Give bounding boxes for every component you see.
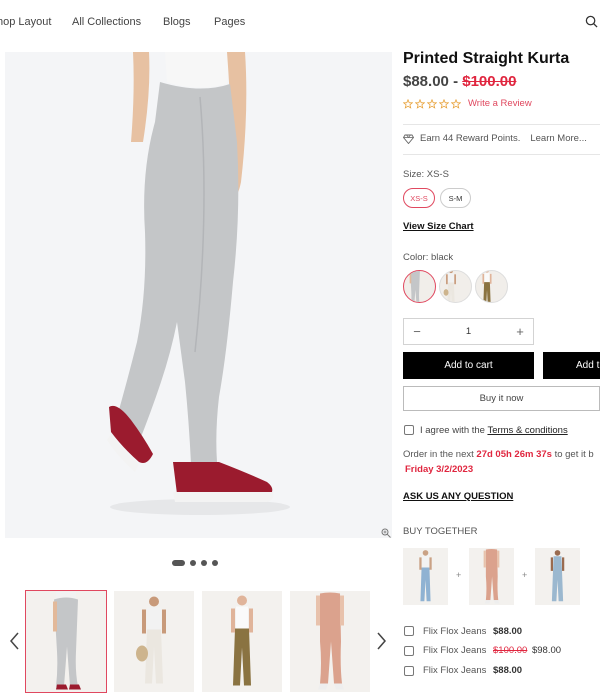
- buy-together-item-1: Flix Flox Jeans $88.00: [423, 626, 522, 637]
- buy-together-checkbox-3[interactable]: [404, 666, 414, 676]
- plus-icon: +: [522, 570, 528, 580]
- quantity-input[interactable]: 1: [430, 326, 507, 337]
- product-title: Printed Straight Kurta: [403, 50, 570, 67]
- nav-item-pages[interactable]: Pages: [214, 16, 245, 28]
- order-suffix: to get it b: [554, 449, 594, 460]
- terms-conditions-link[interactable]: Terms & conditions: [487, 425, 567, 436]
- thumbnail-3[interactable]: [202, 591, 282, 692]
- write-review-link[interactable]: Write a Review: [468, 98, 532, 109]
- view-size-chart-link[interactable]: View Size Chart: [403, 221, 474, 232]
- buy-together-item-name: Flix Flox Jeans: [423, 665, 487, 676]
- search-icon[interactable]: [585, 15, 598, 28]
- price-row: $88.00 - $100.00: [403, 73, 516, 90]
- buy-together-image-1[interactable]: [403, 548, 448, 605]
- rating-row: Write a Review: [403, 98, 532, 109]
- add-to-wishlist-button[interactable]: Add t: [543, 352, 600, 379]
- slide-indicator: [172, 560, 218, 566]
- buy-together-item-name: Flix Flox Jeans: [423, 645, 487, 656]
- buy-together-photo-overall: [535, 548, 580, 605]
- buy-it-now-button[interactable]: Buy it now: [403, 386, 600, 411]
- buy-together-item-price: $88.00: [493, 626, 523, 637]
- diamond-icon: [403, 134, 414, 144]
- thumbnail-photo-white: [114, 591, 194, 692]
- increase-quantity-button[interactable]: +: [507, 324, 533, 339]
- top-navigation: hop Layout All Collections Blogs Pages: [0, 0, 600, 44]
- order-countdown-row: Order in the next 27d 05h 26m 37s to get…: [403, 449, 594, 460]
- current-price: $88.00: [403, 73, 449, 90]
- size-option-s-m[interactable]: S-M: [440, 188, 471, 208]
- reward-points-row: Earn 44 Reward Points. Learn More...: [403, 133, 587, 144]
- quantity-stepper: − 1 +: [403, 318, 534, 345]
- price-separator: -: [453, 73, 459, 90]
- order-prefix: Order in the next: [403, 449, 474, 460]
- main-product-image[interactable]: [5, 52, 392, 538]
- zoom-icon[interactable]: [381, 528, 391, 538]
- agree-terms-checkbox[interactable]: [404, 425, 414, 435]
- chevron-left-icon[interactable]: [8, 630, 22, 652]
- swatch-photo-gray: [404, 271, 436, 303]
- delivery-date: Friday 3/2/2023: [405, 464, 474, 475]
- thumbnail-4[interactable]: [290, 591, 370, 692]
- learn-more-link[interactable]: Learn More...: [530, 133, 587, 144]
- star-outline-icon: [439, 98, 449, 109]
- size-option-xs-s[interactable]: XS-S: [403, 188, 435, 208]
- slide-dot-2[interactable]: [190, 560, 196, 566]
- divider: [403, 154, 600, 155]
- countdown-timer: 27d 05h 26m 37s: [476, 449, 552, 460]
- thumbnail-1[interactable]: [25, 590, 107, 693]
- thumbnail-2[interactable]: [114, 591, 194, 692]
- star-outline-icon: [451, 98, 461, 109]
- star-outline-icon: [415, 98, 425, 109]
- buy-together-photo-jeans: [403, 548, 448, 605]
- buy-together-item-name: Flix Flox Jeans: [423, 626, 487, 637]
- thumbnail-photo-pink: [290, 591, 370, 692]
- buy-together-checkbox-2[interactable]: [404, 646, 414, 656]
- swatch-photo-olive: [476, 271, 508, 303]
- color-swatch-olive[interactable]: [475, 270, 508, 303]
- thumbnail-photo-olive: [202, 591, 282, 692]
- nav-item-shop-layout[interactable]: hop Layout: [0, 16, 51, 28]
- nav-item-blogs[interactable]: Blogs: [163, 16, 191, 28]
- buy-together-image-2[interactable]: [469, 548, 514, 605]
- ask-question-link[interactable]: ASK US ANY QUESTION: [403, 491, 513, 502]
- buy-together-checkbox-1[interactable]: [404, 626, 414, 636]
- star-outline-icon: [427, 98, 437, 109]
- plus-icon: +: [456, 570, 462, 580]
- buy-together-photo-pink: [469, 548, 514, 605]
- buy-together-image-3[interactable]: [535, 548, 580, 605]
- add-to-cart-button[interactable]: Add to cart: [403, 352, 534, 379]
- slide-dot-4[interactable]: [212, 560, 218, 566]
- color-swatch-white[interactable]: [439, 270, 472, 303]
- color-swatch-gray[interactable]: [403, 270, 436, 303]
- slide-dot-1[interactable]: [172, 560, 185, 566]
- buy-together-item-3: Flix Flox Jeans $88.00: [423, 665, 522, 676]
- thumbnail-photo-gray: [26, 591, 106, 692]
- decrease-quantity-button[interactable]: −: [404, 324, 430, 339]
- product-photo-gray-pants: [107, 52, 290, 515]
- divider: [403, 124, 600, 125]
- buy-together-item-price: $88.00: [493, 665, 523, 676]
- buy-together-item-compare-price: $100.00: [493, 645, 528, 656]
- compare-price: $100.00: [462, 73, 517, 90]
- swatch-photo-white: [440, 271, 472, 303]
- nav-item-all-collections[interactable]: All Collections: [72, 16, 141, 28]
- buy-together-item-2: Flix Flox Jeans $100.00 $98.00: [423, 645, 561, 656]
- size-label: Size: XS-S: [403, 169, 449, 180]
- agree-text: I agree with the: [420, 425, 485, 436]
- buy-together-item-sale-price: $98.00: [531, 645, 562, 656]
- color-label: Color: black: [403, 252, 454, 263]
- slide-dot-3[interactable]: [201, 560, 207, 566]
- buy-together-heading: BUY TOGETHER: [403, 526, 478, 537]
- chevron-right-icon[interactable]: [374, 630, 388, 652]
- reward-points-text: Earn 44 Reward Points.: [420, 133, 521, 144]
- agree-terms-row: I agree with the Terms & conditions: [420, 425, 568, 436]
- star-outline-icon: [403, 98, 413, 109]
